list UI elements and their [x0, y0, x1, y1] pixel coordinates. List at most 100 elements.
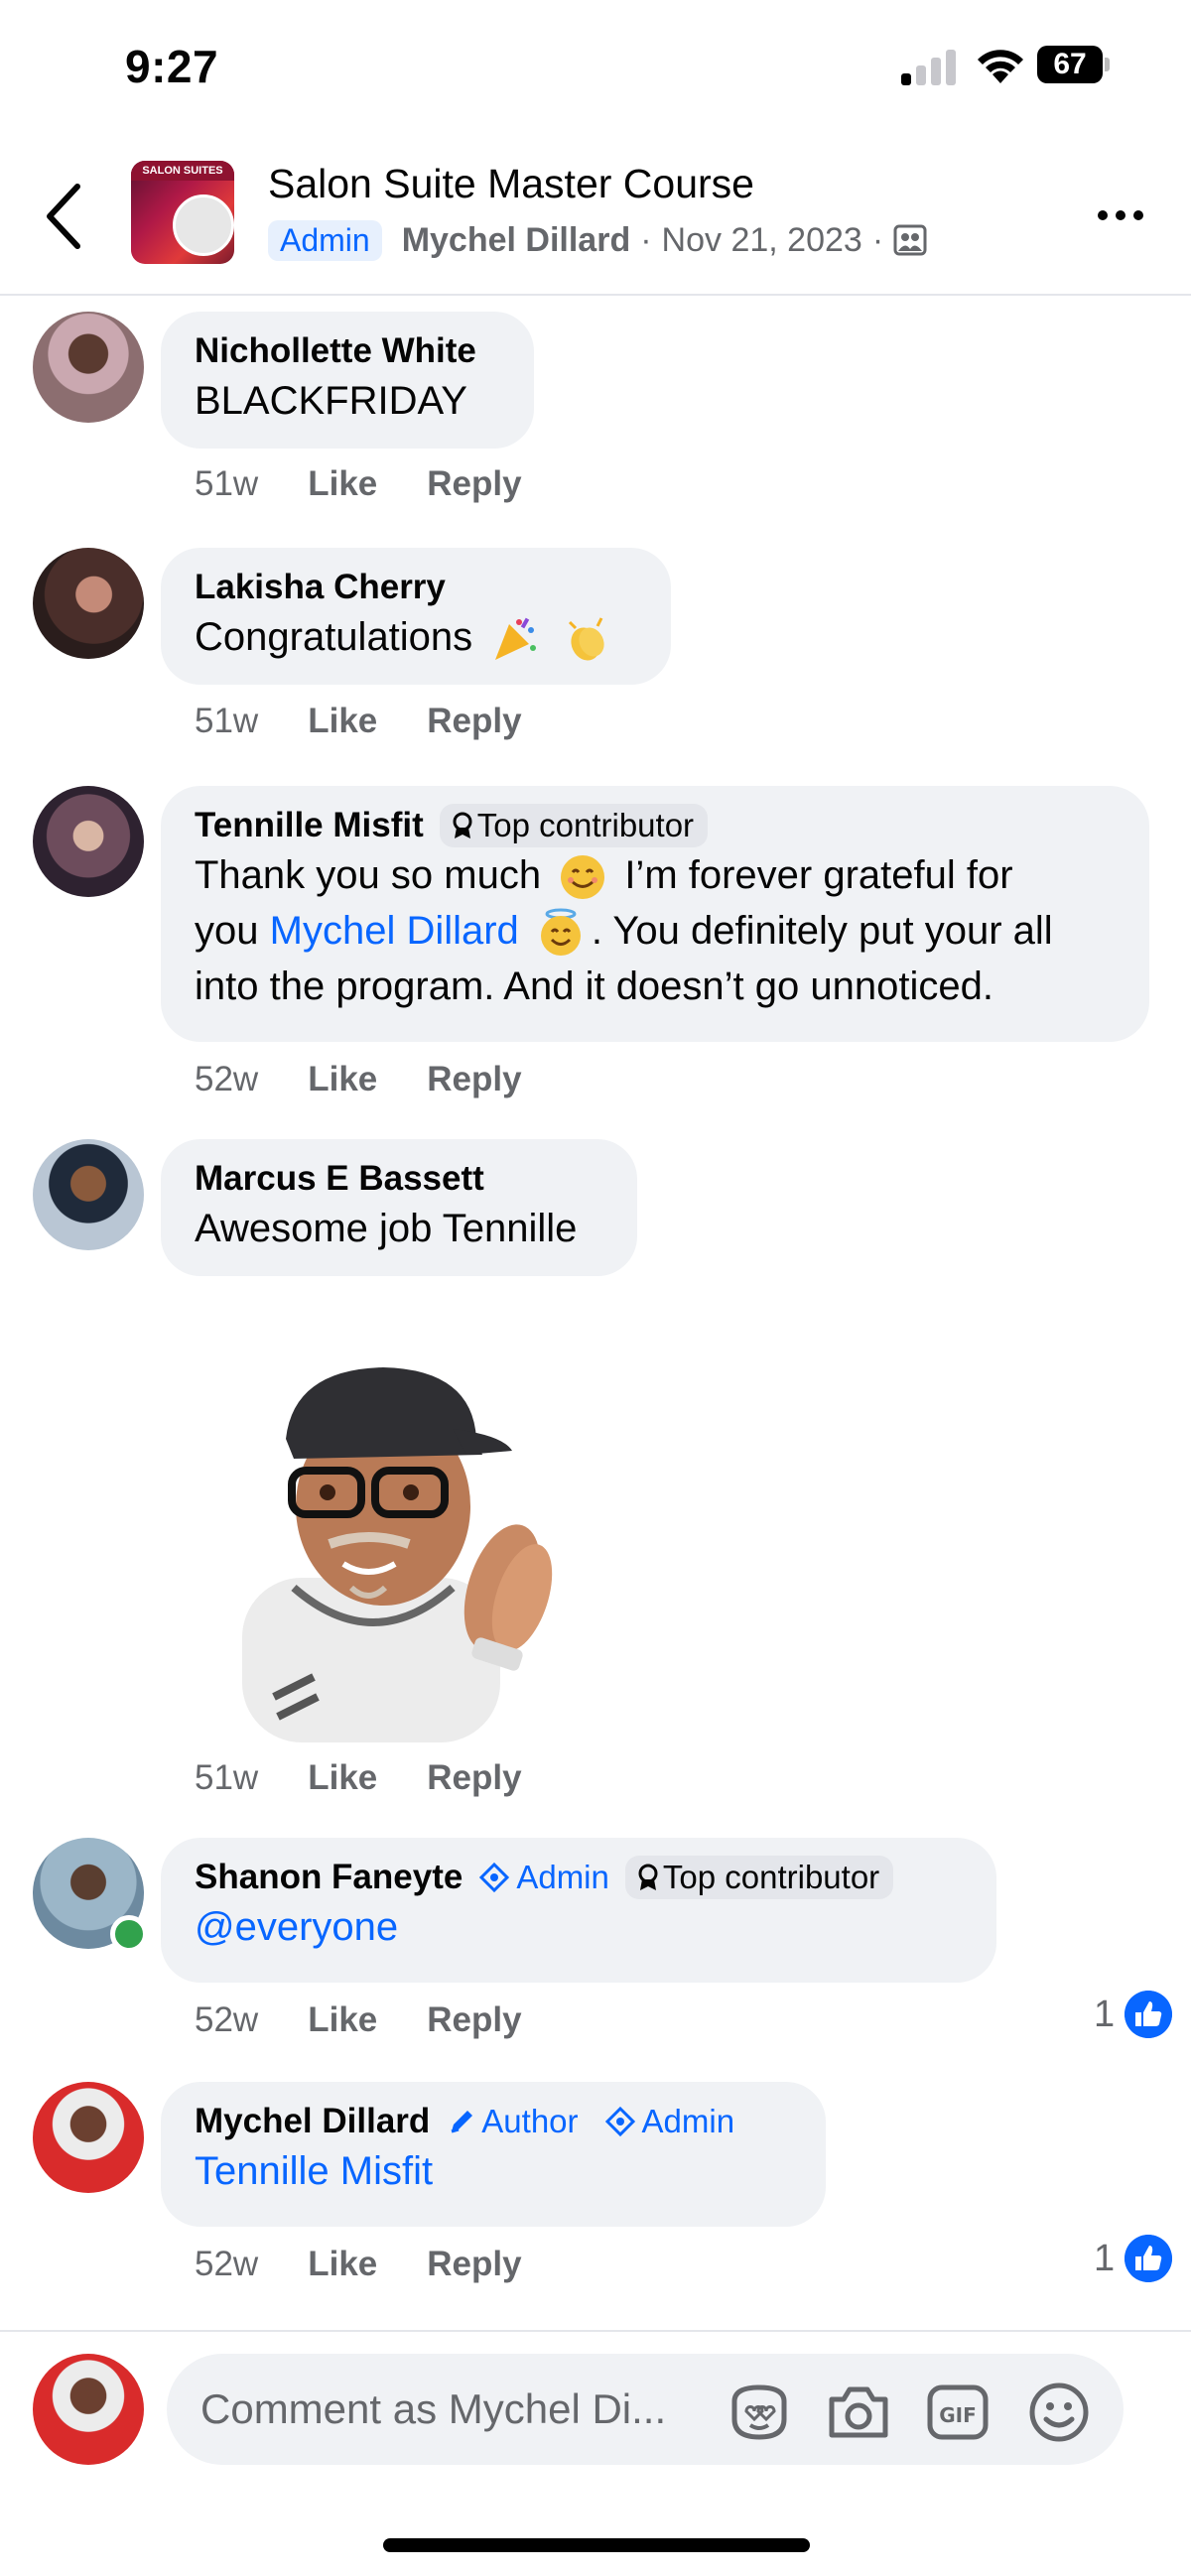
gif-icon[interactable]: GIF: [925, 2382, 991, 2443]
svg-text:GIF: GIF: [939, 2403, 977, 2427]
avatar[interactable]: [33, 312, 144, 423]
comment-text: Congratulations: [195, 615, 473, 659]
reaction-summary[interactable]: 1: [1094, 1991, 1173, 2038]
commenter-name[interactable]: Marcus E Bassett: [195, 1159, 484, 1199]
comment-actions: 51w Like Reply: [195, 702, 572, 741]
avatar[interactable]: [33, 548, 144, 659]
cellular-signal-icon: [901, 48, 957, 85]
admin-diamond-icon: [604, 2106, 635, 2137]
comment-actions: 52w Like Reply: [195, 2000, 572, 2040]
like-button[interactable]: Like: [308, 2245, 377, 2284]
wifi-icon: [978, 50, 1023, 83]
comment-bubble: Mychel Dillard Author Admin Tennille Mis…: [161, 2082, 826, 2227]
composer-divider: [0, 2330, 1191, 2332]
pencil-icon: [451, 2111, 473, 2133]
battery-level: 67: [1037, 46, 1103, 83]
award-icon: [638, 1864, 658, 1890]
comment-text-row: Congratulations: [195, 609, 637, 665]
comment-timestamp: 51w: [195, 464, 259, 503]
comment-input-placeholder: Comment as Mychel Di...: [200, 2385, 667, 2432]
avatar[interactable]: [33, 1838, 148, 1953]
comment-timestamp: 51w: [195, 1758, 259, 1797]
admin-badge[interactable]: Admin: [478, 1859, 609, 1896]
comment-text: Thank you so much I’m forever grateful f…: [195, 847, 1116, 1014]
badge-label: Admin: [516, 1859, 609, 1895]
clapping-hands-icon: [569, 617, 605, 661]
commenter-name[interactable]: Lakisha Cherry: [195, 568, 446, 607]
group-thumb-banner: SALON SUITES: [131, 161, 234, 181]
reply-button[interactable]: Reply: [427, 464, 521, 504]
reaction-summary[interactable]: 1: [1094, 2235, 1173, 2282]
comment-text: Awesome job Tennille: [195, 1207, 578, 1250]
comment-text-line: you: [195, 909, 259, 953]
post-date: Nov 21, 2023: [661, 220, 862, 259]
reaction-count: 1: [1094, 1993, 1116, 2035]
group-cover-thumbnail[interactable]: SALON SUITES: [131, 161, 234, 264]
comment-timestamp: 52w: [195, 2245, 259, 2283]
commenter-name[interactable]: Nichollette White: [195, 331, 476, 371]
reply-button[interactable]: Reply: [427, 1758, 521, 1798]
comment-bubble: Marcus E Bassett Awesome job Tennille: [161, 1139, 637, 1276]
group-name[interactable]: Salon Suite Master Course: [268, 161, 754, 207]
badge-label: Top contributor: [476, 807, 695, 843]
more-options-icon[interactable]: [1092, 200, 1151, 230]
commenter-name[interactable]: Mychel Dillard: [195, 2102, 430, 2141]
emoji-icon[interactable]: [1026, 2382, 1092, 2443]
commenter-name[interactable]: Shanon Faneyte: [195, 1858, 463, 1897]
mention-link[interactable]: @everyone: [195, 1899, 963, 1955]
smiling-face-icon: [561, 855, 605, 900]
group-members-icon: [893, 224, 927, 256]
badge-label: Top contributor: [662, 1859, 880, 1895]
top-contributor-badge[interactable]: Top contributor: [624, 1856, 894, 1899]
comment-actions: 52w Like Reply: [195, 2245, 572, 2284]
meta-separator: ·: [871, 220, 884, 259]
reply-button[interactable]: Reply: [427, 2000, 521, 2040]
avatar[interactable]: [33, 786, 144, 897]
like-reaction-icon: [1125, 2235, 1173, 2282]
post-author[interactable]: Mychel Dillard: [402, 221, 631, 260]
top-contributor-badge[interactable]: Top contributor: [439, 804, 709, 847]
reply-button[interactable]: Reply: [427, 702, 521, 741]
comment-text-line: into the program. And it doesn’t go unno…: [195, 965, 993, 1008]
smiling-face-with-halo-icon: [540, 908, 581, 957]
mention-link[interactable]: Tennille Misfit: [195, 2143, 792, 2199]
avatar-sticker-icon[interactable]: [727, 2382, 792, 2443]
avatar[interactable]: [33, 2082, 144, 2193]
admin-badge: Admin: [268, 219, 382, 261]
admin-badge[interactable]: Admin: [604, 2103, 734, 2140]
comment-actions: 51w Like Reply: [195, 1758, 572, 1798]
comment-text: BLACKFRIDAY: [195, 379, 467, 423]
clock: 9:27: [125, 41, 219, 92]
party-popper-icon: [495, 618, 537, 661]
camera-icon[interactable]: [826, 2382, 891, 2443]
online-status-indicator: [110, 1915, 148, 1953]
group-thumb-avatar: [173, 194, 234, 256]
comment-actions: 52w Like Reply: [195, 1060, 572, 1099]
home-indicator[interactable]: [383, 2538, 810, 2552]
comment-text-line: . You definitely put your all: [591, 909, 1053, 953]
commenter-name[interactable]: Tennille Misfit: [195, 806, 424, 845]
like-button[interactable]: Like: [308, 1060, 377, 1099]
like-button[interactable]: Like: [308, 1758, 377, 1798]
avatar-clapping-sticker[interactable]: [234, 1359, 572, 1742]
comment-actions: 51w Like Reply: [195, 464, 572, 504]
like-button[interactable]: Like: [308, 702, 377, 741]
comment-timestamp: 52w: [195, 1060, 259, 1098]
like-reaction-icon: [1125, 1991, 1173, 2038]
mention-link[interactable]: Mychel Dillard: [270, 909, 519, 953]
back-chevron-icon[interactable]: [36, 179, 95, 254]
meta-separator: ·: [640, 220, 652, 259]
admin-diamond-icon: [479, 1862, 510, 1893]
like-button[interactable]: Like: [308, 2000, 377, 2040]
avatar[interactable]: [33, 1139, 144, 1250]
reply-button[interactable]: Reply: [427, 1060, 521, 1099]
reply-button[interactable]: Reply: [427, 2245, 521, 2284]
comment-text-line: Thank you so much: [195, 853, 542, 897]
current-user-avatar[interactable]: [33, 2354, 144, 2465]
comment-bubble: Lakisha Cherry Congratulations: [161, 548, 671, 685]
like-button[interactable]: Like: [308, 464, 377, 504]
battery-icon: 67: [1037, 46, 1111, 85]
comment-bubble: Nichollette White BLACKFRIDAY: [161, 312, 534, 449]
author-badge[interactable]: Author: [446, 2103, 579, 2140]
post-header: SALON SUITES Salon Suite Master Course A…: [0, 139, 1191, 296]
